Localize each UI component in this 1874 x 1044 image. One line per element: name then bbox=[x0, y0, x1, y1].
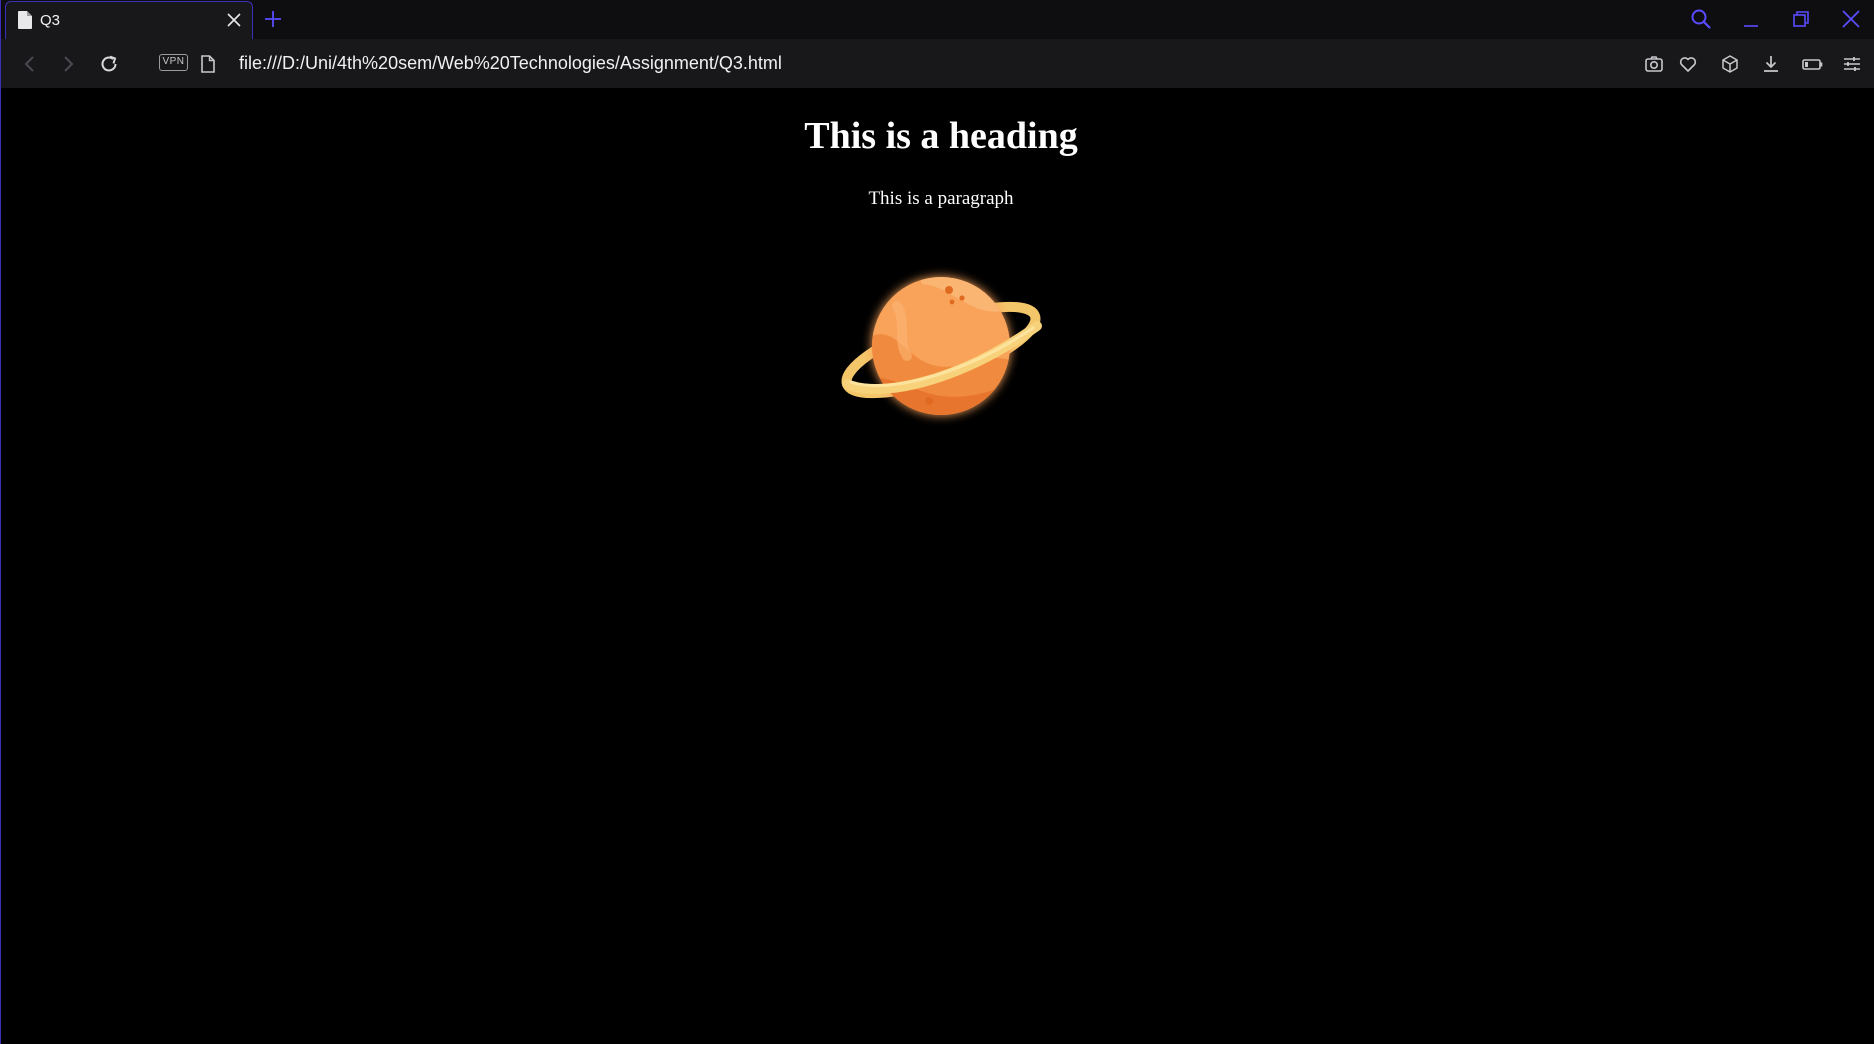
tab-q3[interactable]: Q3 bbox=[5, 1, 253, 39]
camera-snapshot-icon[interactable] bbox=[1643, 53, 1665, 75]
vpn-badge[interactable]: VPN bbox=[159, 54, 188, 71]
close-tab-icon[interactable] bbox=[226, 12, 242, 28]
page-viewport: This is a heading This is a paragraph bbox=[1, 88, 1874, 1044]
browser-toolbar: VPN file:///D:/Uni/4th%20sem/Web%20Techn… bbox=[1, 39, 1874, 88]
download-icon[interactable] bbox=[1760, 53, 1782, 75]
tab-title: Q3 bbox=[40, 12, 61, 29]
restore-icon[interactable] bbox=[1790, 8, 1812, 30]
page-info-file-icon[interactable] bbox=[200, 53, 216, 75]
file-icon bbox=[18, 11, 32, 29]
forward-icon[interactable] bbox=[57, 53, 79, 75]
page-paragraph: This is a paragraph bbox=[868, 188, 1014, 209]
extensions-cube-icon[interactable] bbox=[1719, 53, 1741, 75]
minimize-icon[interactable] bbox=[1740, 8, 1762, 30]
browser-window: Q3 VPN file:///D:/Uni/4th%20sem/Web%20Te… bbox=[0, 0, 1874, 1044]
page-heading: This is a heading bbox=[804, 115, 1078, 157]
new-tab-plus-icon[interactable] bbox=[263, 9, 283, 29]
battery-saver-icon[interactable] bbox=[1801, 53, 1823, 75]
heart-bookmark-icon[interactable] bbox=[1677, 53, 1699, 75]
planet-icon bbox=[841, 277, 1042, 415]
close-window-icon[interactable] bbox=[1840, 8, 1862, 30]
back-icon[interactable] bbox=[19, 53, 41, 75]
easy-setup-sliders-icon[interactable] bbox=[1841, 53, 1863, 75]
tab-strip: Q3 bbox=[1, 0, 1874, 39]
search-icon[interactable] bbox=[1690, 8, 1712, 30]
address-bar-url[interactable]: file:///D:/Uni/4th%20sem/Web%20Technolog… bbox=[239, 52, 782, 74]
reload-icon[interactable] bbox=[98, 53, 120, 75]
